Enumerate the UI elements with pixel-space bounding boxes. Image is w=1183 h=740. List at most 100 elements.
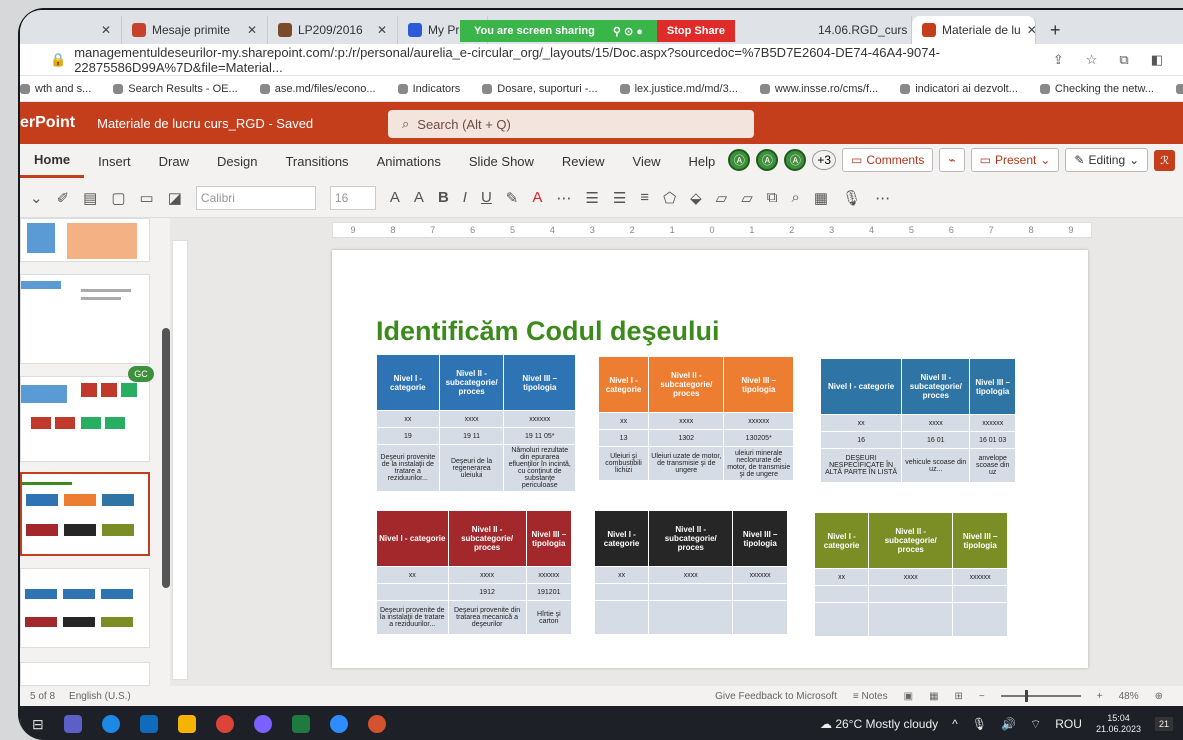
table-cell[interactable]: xx [376, 410, 440, 428]
browser-tab[interactable]: LP209/2016 ✕ [268, 16, 398, 44]
dictate-icon[interactable]: 🎙 [842, 189, 861, 207]
table-cell[interactable] [593, 600, 650, 635]
shrink-font-icon[interactable]: A [414, 189, 424, 206]
weather-widget[interactable]: ☁ 26°C Mostly cloudy [820, 717, 938, 731]
wifi-icon[interactable]: ⌔ [1030, 717, 1041, 732]
share-icon[interactable]: ⇪ [1053, 52, 1064, 68]
table-cell[interactable]: vehicule scoase din uz... [901, 448, 971, 483]
tab-close-partial[interactable]: ✕ [60, 16, 122, 44]
tab-draw[interactable]: Draw [145, 144, 203, 178]
browser-tab-active[interactable]: Materiale de lu ✕ [912, 16, 1036, 44]
table-cell[interactable] [648, 600, 734, 635]
arrange-icon[interactable]: ⧉ [767, 189, 778, 206]
chrome-icon[interactable] [215, 715, 234, 733]
waste-code-table[interactable]: Nivel I - categorie Nivel II - subcategor… [813, 512, 1008, 637]
bookmark-item[interactable]: indicatori ai dezvolt... [900, 83, 1018, 95]
bold-icon[interactable]: B [438, 189, 449, 206]
clock[interactable]: 15:04 21.06.2023 [1096, 713, 1141, 735]
table-cell[interactable]: xx [376, 566, 449, 584]
table-cell[interactable]: xxxx [438, 410, 505, 428]
notification-badge[interactable]: 21 [1154, 717, 1173, 731]
table-cell[interactable]: Uleiuri şi combustibili lichizi [597, 446, 650, 481]
table-cell[interactable]: xx [819, 414, 903, 432]
table-cell[interactable]: 191201 [525, 583, 573, 601]
waste-code-table[interactable]: Nivel I - categorie Nivel II - subcategor… [597, 356, 794, 481]
close-icon[interactable]: ✕ [247, 23, 257, 37]
table-cell[interactable] [648, 583, 734, 601]
lock-icon[interactable]: 🔒 [50, 52, 66, 68]
tab-animations[interactable]: Animations [363, 144, 455, 178]
browser-tab[interactable]: Mesaje primite ✕ [122, 16, 268, 44]
zoom-slider[interactable] [1000, 690, 1081, 702]
avatar[interactable]: Ⓐ [756, 149, 779, 171]
tab-home[interactable]: Home [20, 144, 85, 178]
more-icon[interactable]: ⋯ [556, 189, 571, 207]
comments-button[interactable]: ▭ Comments [842, 148, 934, 172]
font-size-input[interactable]: 16 [329, 185, 376, 210]
table-cell[interactable]: Deşeuri provenite din tratarea mecanică … [447, 600, 527, 635]
table-cell[interactable]: Deşeuri provenite de la instalaţii de tr… [376, 444, 440, 492]
table-cell[interactable]: xxxx [447, 566, 527, 584]
share-controls-icon[interactable]: ⚲ ⊙ ● [613, 25, 643, 38]
bookmark-item[interactable]: Checking the netw... [1039, 83, 1154, 95]
new-slide-icon[interactable]: ▤ [83, 189, 97, 207]
shape-icon[interactable]: ◪ [168, 189, 182, 207]
tab-transitions[interactable]: Transitions [271, 144, 362, 178]
edge-icon[interactable] [101, 715, 120, 733]
underline-icon[interactable]: U [481, 189, 492, 206]
reading-view-icon[interactable]: ⊞ [955, 691, 963, 702]
find-icon[interactable]: ⌕ [791, 189, 799, 206]
undo-icon[interactable]: ⌄ [30, 189, 43, 207]
reuse-slides-icon[interactable]: ▢ [111, 189, 125, 207]
slide-thumbnail[interactable] [20, 568, 150, 648]
layout-icon[interactable]: ▭ [140, 189, 154, 207]
language-indicator[interactable]: English (U.S.) [69, 691, 131, 702]
close-icon[interactable]: ✕ [101, 23, 111, 37]
font-name-input[interactable]: Calibri [195, 185, 316, 210]
tab-design[interactable]: Design [203, 144, 271, 178]
bullets-icon[interactable]: ☰ [585, 189, 598, 207]
slide-thumbnail[interactable] [20, 376, 150, 462]
table-cell[interactable] [952, 602, 1008, 637]
powerpoint-app-icon[interactable] [367, 715, 386, 733]
table-cell[interactable]: 19 11 05* [503, 427, 576, 445]
font-color-icon[interactable]: A [532, 189, 542, 206]
waste-code-table[interactable]: Nivel I - categorie Nivel II - subcategor… [376, 510, 573, 635]
tab-insert[interactable]: Insert [84, 144, 145, 178]
feedback-link[interactable]: Give Feedback to Microsoft [715, 691, 837, 702]
browser-tab[interactable]: 14.06.RGD_curs✕ [808, 16, 912, 44]
table-cell[interactable] [732, 600, 788, 635]
present-button[interactable]: ▭ Present ⌄ [970, 148, 1060, 172]
waste-code-table[interactable]: Nivel I - categorie Nivel II - subcategor… [376, 354, 576, 492]
slide-title[interactable]: Identificăm Codul deşeului [376, 316, 720, 347]
zoom-level[interactable]: 48% [1119, 691, 1139, 702]
table-cell[interactable]: 13 [597, 429, 650, 447]
table-cell[interactable]: Deşeuri de la regenerarea uleiului [438, 444, 505, 492]
table-cell[interactable]: xxxx [648, 412, 725, 430]
table-cell[interactable] [952, 585, 1008, 603]
table-cell[interactable]: anvelope scoase din uz [969, 448, 1016, 483]
fit-slide-icon[interactable]: ⊕ [1155, 691, 1163, 702]
bookmark-item[interactable]: Indicators [397, 83, 460, 95]
tab-review[interactable]: Review [548, 144, 619, 178]
star-icon[interactable]: ☆ [1086, 52, 1098, 68]
table-cell[interactable]: xx [813, 568, 870, 586]
sorter-view-icon[interactable]: ▦ [929, 691, 938, 702]
mic-icon[interactable]: 🎙 [972, 717, 987, 731]
slide-thumbnail[interactable] [20, 218, 150, 262]
table-cell[interactable]: xx [593, 566, 650, 584]
volume-icon[interactable]: 🔊 [1001, 717, 1016, 731]
waste-code-table[interactable]: Nivel I - categorie Nivel II - subcategor… [819, 358, 1016, 483]
table-cell[interactable] [593, 583, 650, 601]
table-cell[interactable]: Nămoluri rezultate din epurarea efluenţi… [503, 444, 576, 492]
thumbnail-scrollbar[interactable] [162, 328, 170, 588]
store-icon[interactable] [139, 715, 158, 733]
bookmark-item[interactable]: Dosare, suporturi -... [482, 83, 598, 95]
table-cell[interactable]: xxxx [868, 568, 954, 586]
teams-icon[interactable] [63, 715, 82, 733]
table-cell[interactable]: 19 11 [438, 427, 505, 445]
table-cell[interactable]: Hîrtie şi carton [525, 600, 573, 635]
align-icon[interactable]: ≡ [640, 189, 649, 206]
editing-button[interactable]: ✎ Editing ⌄ [1065, 148, 1149, 172]
table-cell[interactable] [868, 585, 954, 603]
